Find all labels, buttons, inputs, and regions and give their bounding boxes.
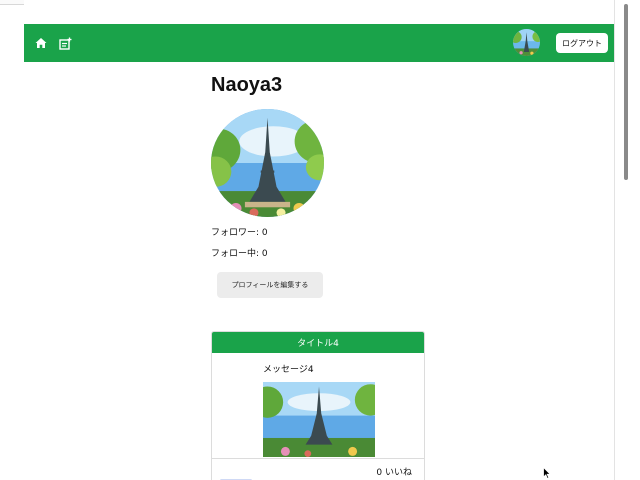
post-title: タイトル4	[212, 332, 424, 353]
page-title: Naoya3	[211, 74, 283, 96]
home-icon[interactable]	[33, 35, 49, 51]
post-message: メッセージ4	[263, 365, 314, 375]
mouse-cursor-icon	[543, 467, 551, 479]
avatar[interactable]	[513, 29, 540, 56]
post-image	[263, 382, 375, 457]
post-footer: 0 いいね	[212, 458, 424, 480]
post-card: タイトル4 メッセージ4 0 いいね	[211, 331, 425, 480]
scrollbar[interactable]	[614, 0, 640, 480]
new-post-icon[interactable]	[57, 35, 73, 51]
page: ログアウト Naoya3 フォロワー: 0 フォロー中: 0 プロフィールを編集…	[24, 0, 614, 480]
following-count: フォロー中: 0	[211, 249, 268, 259]
followers-count: フォロワー: 0	[211, 228, 268, 238]
edit-profile-button[interactable]: プロフィールを編集する	[217, 272, 323, 298]
like-count: 0 いいね	[376, 468, 412, 478]
navbar: ログアウト	[24, 24, 614, 62]
profile-avatar	[211, 109, 324, 217]
logout-button[interactable]: ログアウト	[556, 33, 608, 53]
scrollbar-thumb[interactable]	[624, 4, 628, 180]
